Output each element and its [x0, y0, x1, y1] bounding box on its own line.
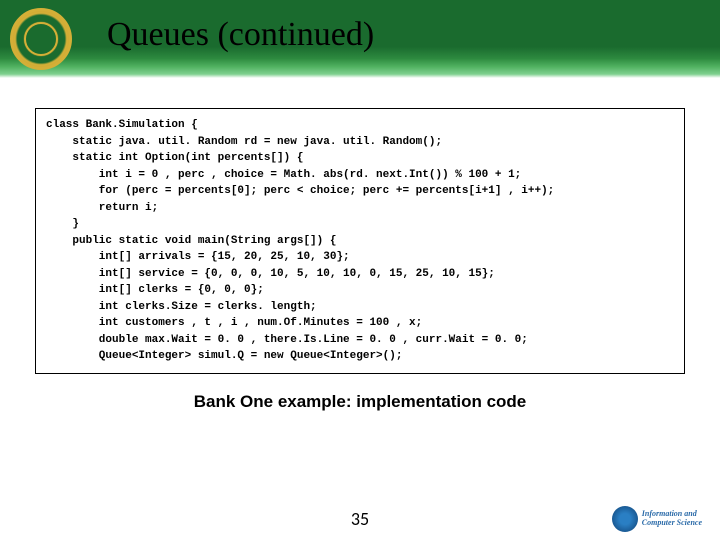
caption: Bank One example: implementation code	[0, 392, 720, 412]
code-line: static java. util. Random rd = new java.…	[46, 136, 442, 148]
code-line: for (perc = percents[0]; perc < choice; …	[46, 185, 554, 197]
dept-logo: Information and Computer Science	[612, 506, 702, 532]
code-line: class Bank.Simulation {	[46, 119, 198, 131]
code-line: Queue<Integer> simul.Q = new Queue<Integ…	[46, 350, 402, 362]
code-line: public static void main(String args[]) {	[46, 235, 336, 247]
code-line: int[] arrivals = {15, 20, 25, 10, 30};	[46, 251, 350, 263]
page-number: 35	[351, 508, 369, 530]
university-logo	[10, 8, 72, 70]
slide-footer: 35 Information and Computer Science	[0, 508, 720, 530]
dept-badge-icon	[612, 506, 638, 532]
dept-name: Information and Computer Science	[642, 510, 702, 528]
code-line: }	[46, 218, 79, 230]
code-line: int i = 0 , perc , choice = Math. abs(rd…	[46, 169, 521, 181]
slide-title: Queues (continued)	[107, 16, 374, 54]
code-line: int customers , t , i , num.Of.Minutes =…	[46, 317, 422, 329]
code-line: int[] service = {0, 0, 0, 10, 5, 10, 10,…	[46, 268, 495, 280]
code-line: return i;	[46, 202, 158, 214]
code-block: class Bank.Simulation { static java. uti…	[35, 108, 685, 374]
code-line: double max.Wait = 0. 0 , there.Is.Line =…	[46, 334, 528, 346]
slide-header: Queues (continued)	[0, 0, 720, 78]
code-line: static int Option(int percents[]) {	[46, 152, 303, 164]
code-line: int clerks.Size = clerks. length;	[46, 301, 317, 313]
code-line: int[] clerks = {0, 0, 0};	[46, 284, 264, 296]
